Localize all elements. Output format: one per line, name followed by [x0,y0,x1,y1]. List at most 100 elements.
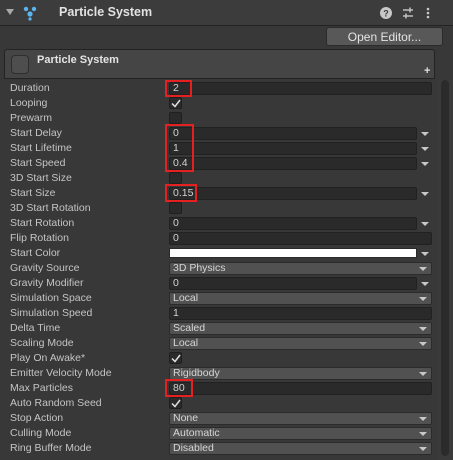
3d-start-rotation-checkbox[interactable] [169,202,182,214]
checkmark-icon [171,354,181,363]
row-start-color: Start Color [0,246,438,261]
chevron-down-icon [419,432,427,436]
row-delta-time: Delta Time Scaled [0,321,438,336]
gravity-modifier-label: Gravity Modifier [10,277,84,289]
start-delay-mode-arrow-icon[interactable] [421,132,429,136]
row-prewarm: Prewarm [0,111,438,126]
start-size-label: Start Size [10,187,56,199]
row-gravity-modifier: Gravity Modifier 0 [0,276,438,291]
gravity-modifier-mode-arrow-icon[interactable] [421,282,429,286]
delta-time-value: Scaled [173,322,206,334]
checkmark-icon [171,99,181,108]
add-module-button[interactable]: + [424,65,430,77]
flip-rotation-label: Flip Rotation [10,232,69,244]
checkmark-icon [171,399,181,408]
row-start-lifetime: Start Lifetime 1 [0,141,438,156]
component-title: Particle System [59,5,153,19]
start-lifetime-label: Start Lifetime [10,142,72,154]
auto-random-seed-label: Auto Random Seed [10,397,102,409]
module-header[interactable]: Particle System + [4,49,435,79]
prewarm-checkbox[interactable] [169,112,182,124]
start-rotation-mode-arrow-icon[interactable] [421,222,429,226]
module-thumbnail-icon [11,55,29,74]
row-stop-action: Stop Action None [0,411,438,426]
gravity-source-dropdown[interactable]: 3D Physics [169,262,432,275]
presets-icon[interactable] [401,6,415,20]
scrollbar-thumb[interactable] [441,80,449,456]
culling-mode-label: Culling Mode [10,427,72,439]
gravity-source-value: 3D Physics [173,262,226,274]
start-lifetime-mode-arrow-icon[interactable] [421,147,429,151]
auto-random-seed-checkbox[interactable] [169,397,182,409]
row-ring-buffer-mode: Ring Buffer Mode Disabled [0,441,438,456]
emitter-velocity-mode-label: Emitter Velocity Mode [10,367,112,379]
chevron-down-icon [419,297,427,301]
row-emitter-velocity-mode: Emitter Velocity Mode Rigidbody [0,366,438,381]
chevron-down-icon [419,267,427,271]
start-size-mode-arrow-icon[interactable] [421,192,429,196]
start-color-mode-arrow-icon[interactable] [421,252,429,256]
culling-mode-dropdown[interactable]: Automatic [169,427,432,440]
start-delay-field[interactable]: 0 [169,127,417,140]
simulation-space-dropdown[interactable]: Local [169,292,432,305]
simulation-space-value: Local [173,292,199,304]
scaling-mode-value: Local [173,337,199,349]
start-lifetime-field[interactable]: 1 [169,142,417,155]
simulation-speed-field[interactable]: 1 [169,307,432,320]
help-icon[interactable]: ? [379,6,393,20]
start-color-swatch[interactable] [169,248,417,258]
row-start-speed: Start Speed 0.4 [0,156,438,171]
delta-time-dropdown[interactable]: Scaled [169,322,432,335]
chevron-down-icon [419,342,427,346]
chevron-down-icon [419,417,427,421]
looping-label: Looping [10,97,48,109]
row-culling-mode: Culling Mode Automatic [0,426,438,441]
foldout-arrow-icon[interactable] [6,9,14,15]
emitter-velocity-mode-value: Rigidbody [173,367,220,379]
start-speed-mode-arrow-icon[interactable] [421,162,429,166]
duration-field[interactable]: 2 [169,82,432,95]
flip-rotation-field[interactable]: 0 [169,232,432,245]
max-particles-field[interactable]: 80 [169,382,432,395]
module-title: Particle System [37,54,119,66]
row-start-delay: Start Delay 0 [0,126,438,141]
prewarm-label: Prewarm [10,112,53,124]
open-editor-button[interactable]: Open Editor... [326,27,443,46]
play-on-awake-label: Play On Awake* [10,352,86,364]
row-scaling-mode: Scaling Mode Local [0,336,438,351]
row-play-on-awake: Play On Awake* [0,351,438,366]
emitter-velocity-mode-dropdown[interactable]: Rigidbody [169,367,432,380]
row-start-rotation: Start Rotation 0 [0,216,438,231]
delta-time-label: Delta Time [10,322,61,334]
particle-system-icon [23,6,37,21]
gravity-modifier-field[interactable]: 0 [169,277,417,290]
start-color-label: Start Color [10,247,61,259]
3d-start-size-checkbox[interactable] [169,172,182,184]
row-3d-start-size: 3D Start Size [0,171,438,186]
play-on-awake-checkbox[interactable] [169,352,182,364]
ring-buffer-mode-value: Disabled [173,442,214,454]
start-rotation-label: Start Rotation [10,217,75,229]
ring-buffer-mode-dropdown[interactable]: Disabled [169,442,432,455]
row-auto-random-seed: Auto Random Seed [0,396,438,411]
simulation-space-label: Simulation Space [10,292,92,304]
start-speed-field[interactable]: 0.4 [169,157,417,170]
row-gravity-source: Gravity Source 3D Physics [0,261,438,276]
start-size-field[interactable]: 0.15 [169,187,417,200]
svg-text:?: ? [383,9,389,19]
more-options-icon[interactable] [421,6,435,20]
row-looping: Looping [0,96,438,111]
row-simulation-speed: Simulation Speed 1 [0,306,438,321]
3d-start-size-label: 3D Start Size [10,172,72,184]
row-max-particles: Max Particles 80 [0,381,438,396]
gravity-source-label: Gravity Source [10,262,80,274]
scaling-mode-label: Scaling Mode [10,337,74,349]
looping-checkbox[interactable] [169,97,182,109]
row-flip-rotation: Flip Rotation 0 [0,231,438,246]
start-speed-label: Start Speed [10,157,66,169]
scaling-mode-dropdown[interactable]: Local [169,337,432,350]
row-simulation-space: Simulation Space Local [0,291,438,306]
stop-action-dropdown[interactable]: None [169,412,432,425]
start-rotation-field[interactable]: 0 [169,217,417,230]
duration-label: Duration [10,82,50,94]
